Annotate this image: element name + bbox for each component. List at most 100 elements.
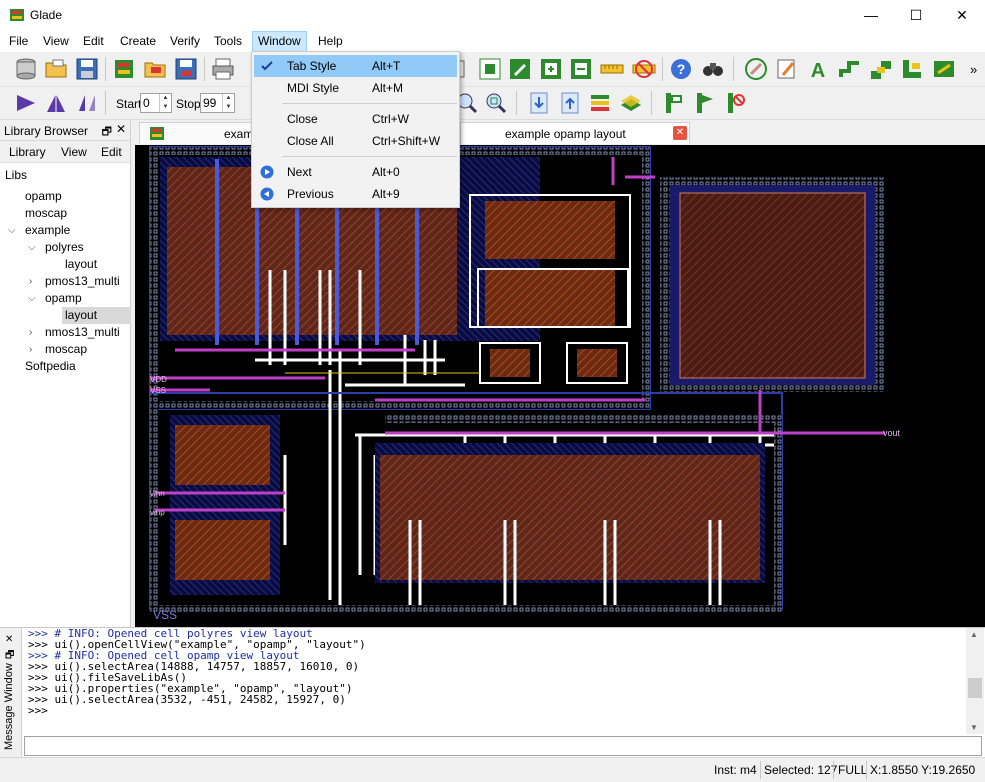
descend-icon[interactable] [539, 57, 563, 81]
ascend-icon[interactable] [569, 57, 593, 81]
save-icon[interactable] [75, 57, 99, 81]
toolbar-overflow-icon[interactable]: » [970, 62, 977, 77]
pencil-icon[interactable] [744, 57, 768, 81]
close-tab-icon[interactable]: ✕ [673, 126, 687, 140]
via-icon[interactable] [869, 57, 893, 81]
library-menu-view[interactable]: View [61, 145, 87, 159]
library-menu-edit[interactable]: Edit [101, 145, 122, 159]
open-folder-icon[interactable] [44, 57, 68, 81]
tree-item-polyres-layout[interactable]: layout [0, 256, 131, 273]
stack-layers-icon[interactable] [588, 91, 612, 115]
tree-item-example[interactable]: ⌵ example [0, 222, 131, 239]
tree-item-pmos13-multi[interactable]: › pmos13_multi [0, 273, 131, 290]
chevron-down-icon[interactable]: ⌵ [28, 290, 36, 307]
tab-example[interactable]: example [139, 122, 269, 144]
console-output[interactable]: >>> # INFO: Opened cell polyres view lay… [24, 628, 966, 734]
toolbar-separator [651, 91, 652, 115]
cell-icon[interactable] [478, 57, 502, 81]
close-panel-icon[interactable]: ✕ [116, 122, 126, 136]
chevron-right-icon[interactable]: › [29, 324, 32, 341]
close-panel-icon[interactable]: ✕ [5, 634, 13, 645]
tree-item-softpedia[interactable]: Softpedia [0, 358, 131, 375]
tree-item-moscap-cell[interactable]: › moscap [0, 341, 131, 358]
menu-help[interactable]: Help [313, 31, 348, 52]
chevron-down-icon[interactable]: ⌵ [28, 239, 36, 256]
chevron-down-icon[interactable]: ⌵ [8, 222, 16, 239]
clear-ruler-icon[interactable] [632, 57, 656, 81]
menu-item-shortcut: Ctrl+W [372, 112, 409, 126]
rectangle-icon[interactable] [932, 57, 956, 81]
menu-item-tab-style[interactable]: Tab Style Alt+T [254, 55, 457, 77]
flip-vertical-icon[interactable] [44, 91, 68, 115]
menu-item-next[interactable]: Next Alt+0 [254, 161, 457, 183]
menu-item-close[interactable]: Close Ctrl+W [254, 108, 457, 130]
print-icon[interactable] [211, 57, 235, 81]
minimize-button[interactable]: — [848, 0, 894, 30]
tab-example-opamp-layout[interactable]: example opamp layout ✕ [460, 122, 690, 144]
status-mode: FULL [838, 763, 868, 777]
scroll-down-icon[interactable]: ▼ [970, 723, 978, 732]
console-scrollbar[interactable]: ▲ ▼ [966, 628, 984, 734]
chevron-right-icon[interactable]: › [29, 341, 32, 358]
guard-ring [385, 415, 782, 423]
chevron-right-icon[interactable]: › [29, 273, 32, 290]
layout-canvas[interactable]: VSS vout vinn vinp VDD VSS [135, 145, 985, 627]
layer-stack-icon[interactable] [619, 91, 643, 115]
path-icon[interactable] [838, 57, 862, 81]
flip-horizontal-icon[interactable] [14, 91, 38, 115]
status-selected: Selected: 127 [764, 763, 838, 777]
tree-item-nmos13-multi[interactable]: › nmos13_multi [0, 324, 131, 341]
database-icon[interactable] [14, 57, 38, 81]
menu-view[interactable]: View [38, 31, 74, 52]
tree-item-polyres[interactable]: ⌵ polyres [0, 239, 131, 256]
menu-item-shortcut: Alt+M [372, 81, 404, 95]
pin-icon[interactable] [662, 91, 686, 115]
binoculars-icon[interactable] [701, 57, 725, 81]
help-icon[interactable]: ? [669, 57, 693, 81]
new-cell-icon[interactable] [112, 57, 136, 81]
command-input[interactable] [24, 736, 982, 756]
tree-item-moscap[interactable]: moscap [0, 205, 131, 222]
menu-file[interactable]: File [4, 31, 33, 52]
spin-arrows-icon[interactable]: ▲ ▼ [159, 94, 171, 112]
menu-item-shortcut: Alt+T [372, 59, 401, 73]
scroll-up-icon[interactable]: ▲ [970, 630, 978, 639]
move-down-icon[interactable] [527, 91, 551, 115]
menu-tools[interactable]: Tools [209, 31, 247, 52]
save-cell-icon[interactable] [174, 57, 198, 81]
library-menu-library[interactable]: Library [9, 145, 46, 159]
status-bar: Inst: m4 Selected: 127 FULL X:1.8550 Y:1… [0, 757, 985, 782]
spin-arrows-icon[interactable]: ▲ ▼ [222, 94, 234, 112]
label-icon[interactable]: A [806, 57, 830, 81]
float-icon[interactable]: 🗗 [102, 123, 112, 142]
open-cell-icon[interactable] [143, 57, 167, 81]
zoom-fit-icon[interactable] [484, 91, 508, 115]
polygon-icon[interactable] [900, 57, 924, 81]
menu-item-previous[interactable]: Previous Alt+9 [254, 183, 457, 205]
maximize-button[interactable]: ☐ [893, 0, 939, 30]
scroll-thumb[interactable] [968, 678, 982, 698]
menu-item-close-all[interactable]: Close All Ctrl+Shift+W [254, 130, 457, 152]
stop-spinbox[interactable]: 99 ▲ ▼ [200, 93, 235, 113]
close-button[interactable]: ✕ [939, 0, 985, 30]
tree-item-opamp-cell[interactable]: ⌵ opamp [0, 290, 131, 307]
rotate-icon[interactable] [75, 91, 99, 115]
menu-item-mdi-style[interactable]: MDI Style Alt+M [254, 77, 457, 99]
edit-in-place-icon[interactable] [508, 57, 532, 81]
start-spinbox[interactable]: 0 ▲ ▼ [140, 93, 172, 113]
tree-label: opamp [25, 189, 62, 203]
resistor-body [485, 201, 615, 259]
tree-item-libs[interactable]: Libs [0, 167, 131, 184]
edit-shape-icon[interactable] [775, 57, 799, 81]
menu-window[interactable]: Window [252, 31, 307, 52]
menu-edit[interactable]: Edit [78, 31, 109, 52]
menu-create[interactable]: Create [115, 31, 161, 52]
ruler-icon[interactable] [600, 57, 624, 81]
move-up-icon[interactable] [558, 91, 582, 115]
pin-delete-icon[interactable] [724, 91, 748, 115]
status-coords: X:1.8550 Y:19.2650 [870, 763, 976, 777]
menu-verify[interactable]: Verify [165, 31, 205, 52]
pin-add-icon[interactable] [693, 91, 717, 115]
tree-item-opamp[interactable]: opamp [0, 188, 131, 205]
tree-item-opamp-layout[interactable]: layout [62, 307, 131, 324]
